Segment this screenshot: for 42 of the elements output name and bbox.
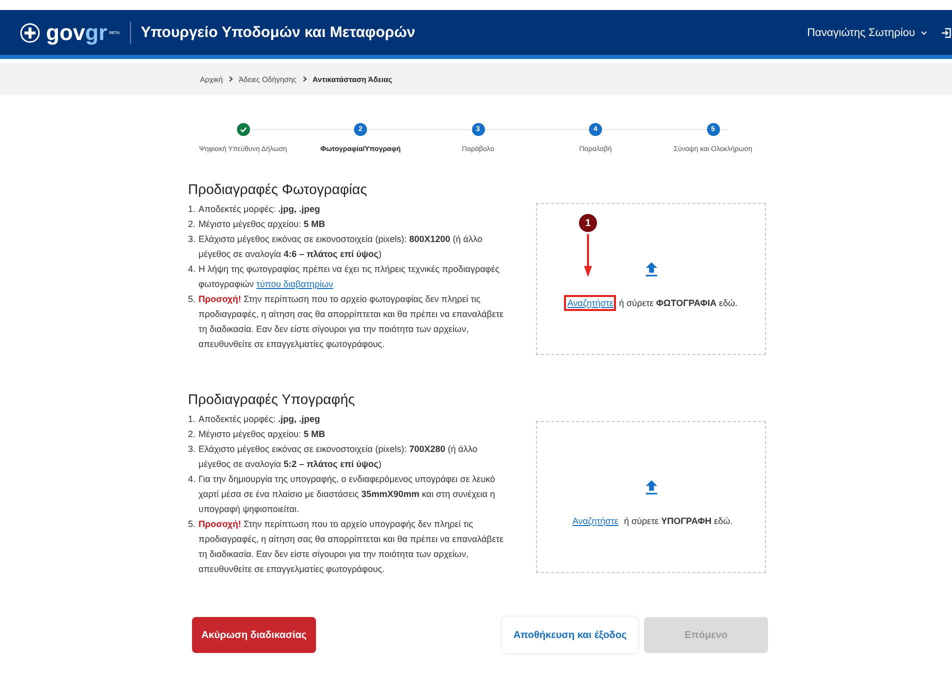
step-marker: 1 — [579, 214, 597, 232]
list-text: Προσοχή! Στην περίπτωση που το αρχείο φωτογραφίας δεν πληρεί τις προδιαγραφές, η αίτηση σας θα απορρίπτεται και θα πρέπει να επαναλάβετε τη διαδικασία. Εαν δεν είστε σίγουροι για την ποιότητα των αρχείων, απευθυνθείτε σε επαγγελματίες φωτογράφους. — [198, 293, 505, 351]
list-number: 2. — [188, 428, 196, 441]
chevron-right-icon — [302, 76, 308, 82]
list-text: Αποδεκτές μορφές: .jpg, .jpeg — [198, 413, 320, 426]
section-title: Προδιαγραφές Φωτογραφίας — [188, 181, 368, 197]
drop-hint: ή σύρετε ΥΠΟΓΡΑΦΗ εδώ. — [624, 516, 733, 526]
chevron-right-icon — [228, 76, 234, 82]
list-number: 5. — [188, 293, 196, 306]
list-number: 4. — [188, 263, 196, 276]
list-number: 3. — [188, 443, 196, 456]
list-text: Μέγιστο μέγεθος αρχείου: 5 MB — [198, 428, 326, 441]
callout-arrow — [583, 234, 593, 278]
upload-dropzone[interactable]: Αναζητήστε ή σύρετε ΥΠΟΓΡΑΦΗ εδώ. — [536, 421, 766, 573]
list-text: Για την δημιουργία της υπογραφής, ο ενδιαφερόμενος υπογράφει σε λευκό χαρτί μέσα σε ένα πλαίσιο με διαστάσεις 35mmX90mm και στη συνέχεια η υπογραφή ψηφιοποιείται. — [198, 473, 496, 516]
upload-icon — [644, 260, 658, 278]
chevron-down-icon — [920, 28, 928, 36]
upload-icon — [644, 478, 658, 496]
browse-link[interactable]: Αναζητήστε — [569, 512, 622, 528]
user-menu[interactable]: Παναγιώτης Σωτηρίου — [807, 26, 928, 38]
list-number: 2. — [188, 218, 196, 231]
drop-hint: ή σύρετε ΦΩΤΟΓΡΑΦΙΑ εδώ. — [618, 298, 738, 308]
list-number: 1. — [188, 413, 196, 426]
list-number: 5. — [188, 518, 196, 531]
list-text: Αποδεκτές μορφές: .jpg, .jpeg — [198, 203, 320, 216]
passport-link[interactable]: τύπου διαβατηρίων — [256, 279, 334, 289]
emblem-icon — [20, 22, 40, 42]
list-text: Η λήψη της φωτογραφίας πρέπει να έχει τις πλήρεις τεχνικές προδιαγραφές φωτογραφιών τύπου διαβατηρίων — [198, 263, 500, 291]
secondary-button[interactable]: Αποθήκευση και έξοδος — [502, 617, 638, 653]
list-text: Μέγιστο μέγεθος αρχείου: 5 MB — [198, 218, 326, 231]
browse-link[interactable]: Αναζητήστε — [564, 294, 616, 310]
list-text: Ελάχιστο μέγεθος εικόνας σε εικονοστοιχεία (pixels): 700X280 (ή άλλο μέγεθος σε αναλογία 5:2 – πλάτος επί ύψος) — [198, 443, 478, 471]
danger-button[interactable]: Ακύρωση διαδικασίας — [192, 617, 316, 653]
logout-icon[interactable] — [940, 26, 952, 38]
list-number: 1. — [188, 203, 196, 216]
section-title: Προδιαγραφές Υπογραφής — [188, 391, 356, 407]
ministry-title: Υπουργείο Υποδομών και Μεταφορών — [140, 24, 416, 41]
list-text: Ελάχιστο μέγεθος εικόνας σε εικονοστοιχεία (pixels): 800X1200 (ή άλλο μέγεθος σε αναλογία 4:6 – πλάτος επί ύψος) — [198, 233, 484, 261]
list-text: Προσοχή! Στην περίπτωση που το αρχείο υπογραφής δεν πληρεί τις προδιαγραφές, η αίτηση σας θα απορρίπτεται και θα πρέπει να επαναλάβετε τη διαδικασία. Εαν δεν είστε σίγουροι για την ποιότητα των αρχείων, απευθυνθείτε σε επαγγελματίες φωτογράφους. — [198, 518, 505, 576]
upload-dropzone[interactable]: Αναζητήστε ή σύρετε ΦΩΤΟΓΡΑΦΙΑ εδώ. 1 — [536, 203, 766, 355]
list-number: 3. — [188, 233, 196, 246]
list-number: 4. — [188, 473, 196, 486]
